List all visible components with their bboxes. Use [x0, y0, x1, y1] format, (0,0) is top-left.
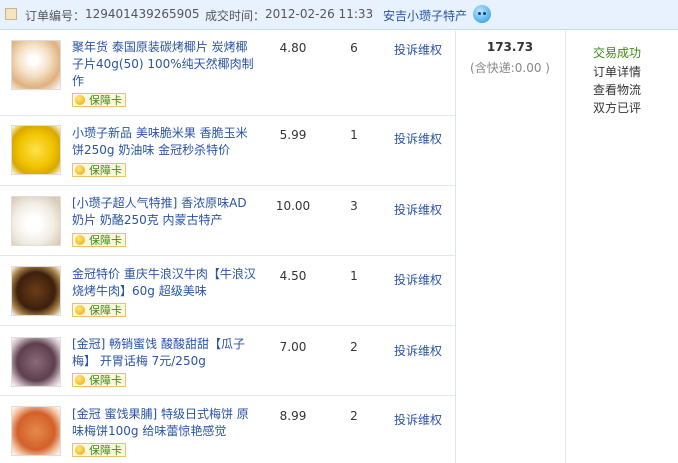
order-checkbox[interactable]: [5, 8, 17, 20]
complain-link[interactable]: 投诉维权: [384, 201, 452, 218]
product-title-link[interactable]: [小瓒子超人气特推] 香浓原味AD奶片 奶酪250克 内蒙古特产: [72, 195, 257, 229]
order-time: 2012-02-26 11:33: [265, 7, 374, 21]
order-item-row: [小瓒子超人气特推] 香浓原味AD奶片 奶酪250克 内蒙古特产 保障卡 10.…: [0, 186, 455, 256]
order-total: 173.73: [486, 40, 534, 54]
order-item-row: [金冠] 畅销蜜饯 酸酸甜甜【瓜子梅】 开胃话梅 7元/250g 保障卡 7.0…: [0, 326, 455, 396]
complain-link[interactable]: 投诉维权: [384, 411, 452, 428]
view-logistics-link[interactable]: 查看物流: [593, 81, 641, 98]
guarantee-card-badge[interactable]: 保障卡: [72, 163, 126, 177]
item-quantity: 1: [350, 128, 358, 142]
order-header: 订单编号： 129401439265905 成交时间： 2012-02-26 1…: [0, 0, 678, 30]
product-title-link[interactable]: [金冠] 畅销蜜饯 酸酸甜甜【瓜子梅】 开胃话梅 7元/250g: [72, 336, 257, 370]
item-quantity: 3: [350, 199, 358, 213]
order-number-label: 订单编号：: [25, 9, 86, 23]
order-status: 交易成功: [593, 46, 642, 60]
product-thumbnail[interactable]: [11, 266, 61, 316]
item-price: 10.00: [275, 199, 311, 213]
guarantee-card-badge[interactable]: 保障卡: [72, 93, 126, 107]
item-price: 7.00: [279, 340, 307, 354]
product-thumbnail[interactable]: [11, 40, 61, 90]
product-thumbnail[interactable]: [11, 125, 61, 175]
order-number: 129401439265905: [85, 7, 200, 21]
product-thumbnail[interactable]: [11, 406, 61, 456]
order-item-row: 聚年货 泰国原装碳烤椰片 炭烤椰子片40g(50) 100%纯天然椰肉制作 保障…: [0, 31, 455, 116]
shop-link[interactable]: 安吉小瓒子特产: [383, 7, 467, 24]
item-price: 4.80: [279, 41, 307, 55]
guarantee-card-badge[interactable]: 保障卡: [72, 303, 126, 317]
wangwang-chat-icon[interactable]: [473, 5, 491, 23]
complain-link[interactable]: 投诉维权: [384, 41, 452, 58]
order-item-row: 小瓒子新品 美味脆米果 香脆玉米饼250g 奶油味 金冠秒杀特价 保障卡 5.9…: [0, 116, 455, 186]
complain-link[interactable]: 投诉维权: [384, 271, 452, 288]
product-title-link[interactable]: 聚年货 泰国原装碳烤椰片 炭烤椰子片40g(50) 100%纯天然椰肉制作: [72, 39, 257, 90]
order-detail-link[interactable]: 订单详情: [593, 63, 641, 80]
item-price: 8.99: [279, 409, 307, 423]
product-title-link[interactable]: 小瓒子新品 美味脆米果 香脆玉米饼250g 奶油味 金冠秒杀特价: [72, 125, 257, 159]
complain-link[interactable]: 投诉维权: [384, 342, 452, 359]
item-quantity: 1: [350, 269, 358, 283]
complain-link[interactable]: 投诉维权: [384, 130, 452, 147]
guarantee-card-badge[interactable]: 保障卡: [72, 443, 126, 457]
item-quantity: 2: [350, 340, 358, 354]
item-quantity: 6: [350, 41, 358, 55]
column-divider: [565, 31, 566, 463]
rated-status: 双方已评: [593, 101, 642, 115]
item-price: 4.50: [279, 269, 307, 283]
order-time-label: 成交时间：: [205, 9, 266, 23]
guarantee-card-badge[interactable]: 保障卡: [72, 233, 126, 247]
product-thumbnail[interactable]: [11, 196, 61, 246]
product-title-link[interactable]: [金冠 蜜饯果脯] 特级日式梅饼 原味梅饼100g 给味蕾惊艳感觉: [72, 406, 257, 440]
product-thumbnail[interactable]: [11, 337, 61, 387]
item-price: 5.99: [279, 128, 307, 142]
product-title-link[interactable]: 金冠特价 重庆牛浪汉牛肉【牛浪汉烧烤牛肉】60g 超级美味: [72, 266, 257, 300]
order-item-row: 金冠特价 重庆牛浪汉牛肉【牛浪汉烧烤牛肉】60g 超级美味 保障卡 4.50 1…: [0, 256, 455, 326]
guarantee-card-badge[interactable]: 保障卡: [72, 373, 126, 387]
order-item-row: [金冠 蜜饯果脯] 特级日式梅饼 原味梅饼100g 给味蕾惊艳感觉 保障卡 8.…: [0, 396, 455, 463]
column-divider: [455, 31, 456, 463]
shipping-note: (含快递:0.00 ): [470, 61, 550, 75]
item-quantity: 2: [350, 409, 358, 423]
